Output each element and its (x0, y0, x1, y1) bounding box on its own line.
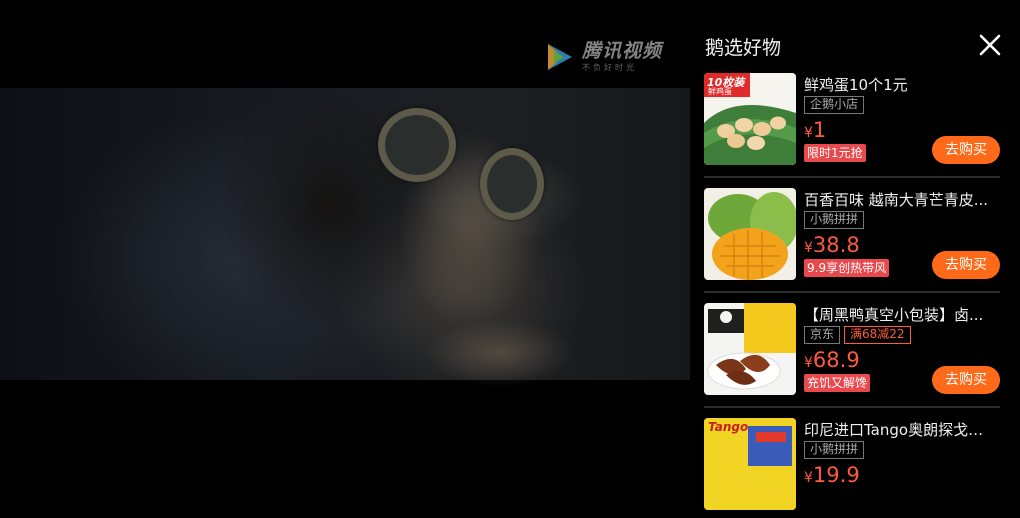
product-item-tango[interactable]: Tango 印尼进口Tango奥朗探戈咔... 小鹅拼拼 ¥19.9 (704, 418, 1000, 518)
product-price: ¥38.8 (804, 233, 860, 257)
discount-tag: 满68减22 (844, 326, 911, 344)
product-thumb: 10枚装 鲜鸡蛋 (704, 73, 796, 165)
shop-tag: 京东 (804, 326, 841, 344)
video-scene-sunglass-right (480, 148, 544, 220)
product-price: ¥19.9 (804, 463, 860, 487)
video-player[interactable]: 腾讯视频 不负好时光 (0, 0, 690, 471)
product-name: 鲜鸡蛋10个1元 (804, 76, 908, 94)
product-price: ¥68.9 (804, 348, 860, 372)
buy-button[interactable]: 去购买 (932, 136, 1000, 164)
item-divider (704, 176, 1000, 178)
product-name: 【周黑鸭真空小包装】卤... (804, 306, 984, 324)
shop-tag: 小鹅拼拼 (804, 211, 865, 229)
logo-text: 腾讯视频 (582, 40, 663, 62)
currency-symbol: ¥ (804, 125, 813, 141)
shop-tag: 小鹅拼拼 (804, 441, 865, 459)
product-price: ¥1 (804, 118, 826, 142)
currency-symbol: ¥ (804, 355, 813, 371)
item-divider (704, 291, 1000, 293)
price-value: 38.8 (812, 233, 860, 257)
shopping-panel: 鹅选好物 10枚装 鲜鸡蛋 鲜鸡蛋10个1元 企鹅小店 ¥1 限时1元抢 去购买… (690, 0, 1020, 510)
promo-badge: 9.9享创热带风 (804, 259, 890, 277)
product-thumb-sublabel: 鲜鸡蛋 (708, 87, 732, 96)
product-item-eggs[interactable]: 10枚装 鲜鸡蛋 鲜鸡蛋10个1元 企鹅小店 ¥1 限时1元抢 去购买 (704, 73, 1000, 173)
item-divider (704, 406, 1000, 408)
product-tags: 小鹅拼拼 (804, 441, 865, 459)
product-tags: 小鹅拼拼 (804, 211, 865, 229)
currency-symbol: ¥ (804, 240, 813, 256)
video-scene-sunglass-left (378, 108, 456, 182)
price-value: 1 (812, 118, 827, 142)
price-value: 68.9 (812, 348, 860, 372)
product-tags: 京东 满68减22 (804, 326, 911, 344)
video-frame (0, 88, 690, 403)
promo-badge: 限时1元抢 (804, 144, 866, 162)
shop-tag: 企鹅小店 (804, 96, 865, 114)
product-thumb-label: Tango (708, 420, 749, 434)
product-tags: 企鹅小店 (804, 96, 865, 114)
tencent-video-logo: 腾讯视频 不负好时光 (542, 40, 662, 74)
tencent-video-play-icon (548, 44, 572, 70)
product-thumb (704, 188, 796, 280)
close-icon (979, 34, 1001, 56)
product-item-duck[interactable]: 【周黑鸭真空小包装】卤... 京东 满68减22 ¥68.9 充饥又解馋 去购买 (704, 303, 1000, 403)
product-name: 印尼进口Tango奥朗探戈咔... (804, 421, 994, 439)
video-scene-hand (410, 313, 610, 403)
product-name: 百香百味 越南大青芒青皮... (804, 191, 989, 209)
promo-badge: 充饥又解馋 (804, 374, 871, 392)
panel-title: 鹅选好物 (705, 37, 782, 59)
price-value: 19.9 (812, 463, 860, 487)
currency-symbol: ¥ (804, 470, 813, 486)
product-thumb (704, 303, 796, 395)
close-button[interactable] (976, 31, 1004, 59)
buy-button[interactable]: 去购买 (932, 366, 1000, 394)
product-item-mango[interactable]: 百香百味 越南大青芒青皮... 小鹅拼拼 ¥38.8 9.9享创热带风 去购买 (704, 188, 1000, 288)
product-thumb: Tango (704, 418, 796, 510)
buy-button[interactable]: 去购买 (932, 251, 1000, 279)
logo-subtext: 不负好时光 (582, 63, 637, 72)
